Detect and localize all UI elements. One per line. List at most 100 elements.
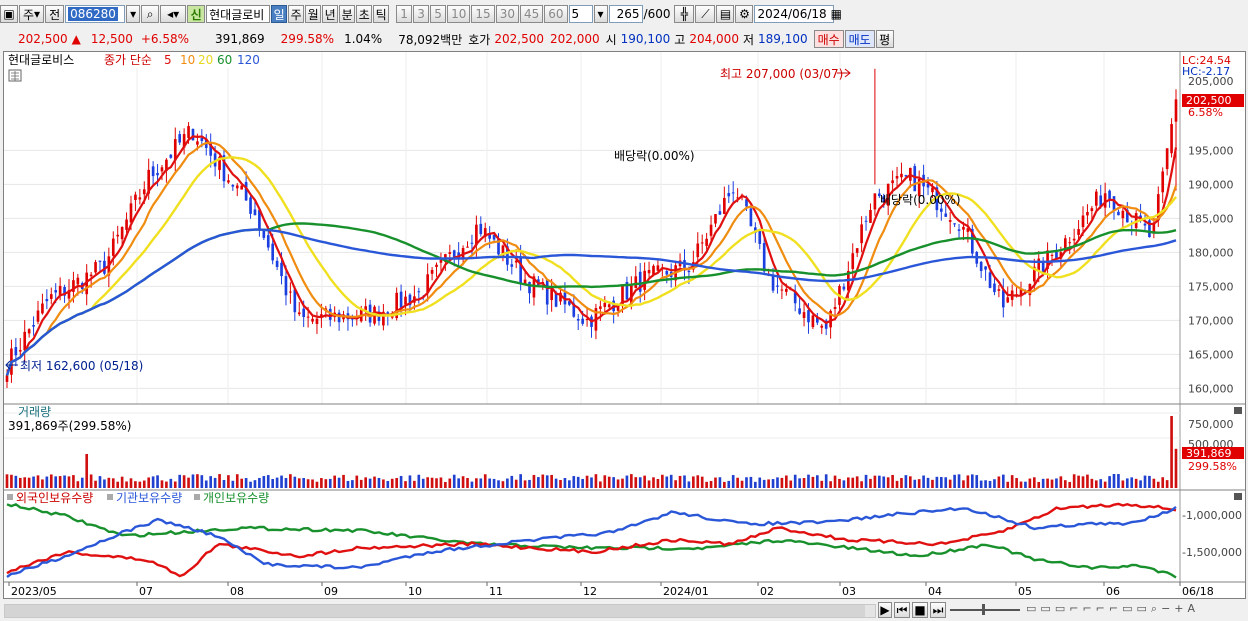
- volume-bar: [373, 476, 376, 488]
- scrollbar-thumb[interactable]: [5, 605, 865, 617]
- high-label: 고: [674, 32, 686, 47]
- period-tab-6[interactable]: 틱: [373, 5, 390, 23]
- volume-bar: [448, 478, 452, 488]
- chart-scroll-bar: ▶ ⏮ ■ ⏭ ▭ ▭ ▭ ⌐ ⌐ ⌐ ⌐ ▭ ▭ ⌕ − + A: [0, 600, 1248, 621]
- interval-button-60[interactable]: 60: [544, 5, 568, 23]
- layout-icon-2[interactable]: ▭: [1040, 602, 1050, 616]
- interval-button-30[interactable]: 30: [495, 5, 519, 23]
- zoom-out-icon[interactable]: −: [1161, 602, 1170, 616]
- scroll-start-icon[interactable]: ⏮: [894, 602, 910, 618]
- layout-icon-8[interactable]: ▭: [1122, 602, 1132, 616]
- buy-button[interactable]: 매수: [813, 30, 844, 48]
- sell-button[interactable]: 매도: [844, 30, 875, 48]
- volume-bar: [23, 477, 27, 488]
- search-icon[interactable]: ⌕: [141, 5, 160, 23]
- volume-bar: [85, 454, 89, 488]
- volume-bar: [324, 479, 328, 488]
- layout-icon-3[interactable]: ▭: [1055, 602, 1065, 616]
- candle-body: [89, 274, 93, 277]
- volume-panel-close-icon[interactable]: [1234, 407, 1242, 414]
- volume-bar: [594, 474, 598, 488]
- save-icon[interactable]: ▤: [716, 5, 735, 23]
- candle-body: [723, 197, 726, 215]
- speaker-icon[interactable]: ◂▾: [160, 5, 187, 23]
- eval-button[interactable]: 평: [875, 30, 894, 48]
- volume-bar: [98, 476, 102, 488]
- zoom-slider[interactable]: [950, 604, 1020, 615]
- layout-icon-1[interactable]: ▭: [1026, 602, 1036, 616]
- code-dropdown-icon[interactable]: ▾: [126, 5, 141, 23]
- volume-bar: [368, 478, 372, 488]
- volume-bar: [731, 475, 735, 488]
- volume-bar: [328, 478, 332, 488]
- volume-bar: [45, 476, 49, 488]
- volume-bar: [377, 477, 381, 488]
- volume-bar: [762, 479, 766, 488]
- candle-body: [1161, 171, 1165, 193]
- holdings-panel-close-icon[interactable]: [1234, 493, 1242, 500]
- prev-button[interactable]: 전: [45, 5, 65, 23]
- period-tab-3[interactable]: 년: [322, 5, 339, 23]
- volume-bar: [408, 475, 412, 488]
- candle-body: [235, 185, 239, 189]
- chart-area[interactable]: 195,000 190,000 185,000 180,000 175,000 170,0…: [3, 51, 1246, 599]
- candle-body: [643, 270, 646, 290]
- count-input[interactable]: 265: [608, 5, 643, 23]
- zoom-search-icon[interactable]: ⌕: [1151, 602, 1157, 616]
- candle-body: [900, 173, 903, 178]
- window-menu-icon[interactable]: ▣: [0, 5, 18, 23]
- crosshair-icon[interactable]: ╬: [674, 5, 695, 23]
- interval-dropdown-icon[interactable]: ▾: [593, 5, 608, 23]
- holdings-panel: 외국인보유수량 기관보유수량 개인보유수량 -1,000,000 -1,500,…: [4, 489, 1245, 582]
- draw-line-icon[interactable]: ⟋: [695, 5, 716, 23]
- candle-body: [240, 185, 244, 190]
- gear-icon[interactable]: ⚙: [735, 5, 754, 23]
- stock-chart-svg[interactable]: 195,000 190,000 185,000 180,000 175,000 170,0…: [4, 52, 1245, 598]
- candle-body: [271, 243, 275, 261]
- period-tab-1[interactable]: 주: [288, 5, 305, 23]
- interval-button-10[interactable]: 10: [447, 5, 471, 23]
- period-tab-2[interactable]: 월: [305, 5, 322, 23]
- volume-bar: [399, 475, 403, 488]
- ma-line-120: [5, 228, 1177, 376]
- candle-body: [466, 246, 469, 248]
- layout-icon-5[interactable]: ⌐: [1082, 602, 1091, 616]
- period-type-select[interactable]: 주 ▾: [19, 5, 45, 23]
- period-tab-0[interactable]: 일: [271, 5, 288, 23]
- font-size-icon[interactable]: A: [1188, 602, 1196, 616]
- layout-icon-9[interactable]: ▭: [1137, 602, 1147, 616]
- candle-body: [607, 304, 611, 308]
- volume-bar: [696, 475, 700, 488]
- interval-button-45[interactable]: 45: [519, 5, 544, 23]
- scroll-next-icon[interactable]: ▶: [878, 602, 892, 618]
- period-tab-4[interactable]: 분: [339, 5, 356, 23]
- interval-button-1[interactable]: 1: [396, 5, 413, 23]
- interval-select[interactable]: 5: [568, 5, 593, 23]
- volume-bar: [1156, 481, 1160, 488]
- candle-body: [18, 350, 22, 352]
- stock-code-input[interactable]: 086280: [65, 5, 126, 23]
- zoom-in-icon[interactable]: +: [1174, 602, 1183, 616]
- volume-bar: [151, 476, 155, 488]
- volume-bar: [638, 477, 642, 488]
- volume-bar: [678, 475, 682, 488]
- interval-button-3[interactable]: 3: [413, 5, 430, 23]
- stop-icon[interactable]: ■: [912, 602, 928, 618]
- calendar-icon[interactable]: ▦: [831, 7, 842, 21]
- layout-icon-7[interactable]: ⌐: [1109, 602, 1118, 616]
- ma-legend-10: 10: [180, 53, 195, 67]
- candle-body: [665, 271, 669, 275]
- date-input[interactable]: 2024/06/18 ▦: [754, 5, 842, 23]
- layout-icon-6[interactable]: ⌐: [1096, 602, 1105, 616]
- period-tab-5[interactable]: 초: [356, 5, 373, 23]
- volume-bar: [218, 474, 221, 488]
- interval-button-5[interactable]: 5: [430, 5, 447, 23]
- candle-body: [36, 310, 40, 322]
- volume-bar: [129, 478, 133, 488]
- scroll-end-icon[interactable]: ⏭: [930, 602, 946, 618]
- layout-icon-4[interactable]: ⌐: [1069, 602, 1078, 616]
- volume-bar: [727, 480, 731, 488]
- horizontal-scrollbar[interactable]: [4, 604, 876, 618]
- interval-button-15[interactable]: 15: [471, 5, 495, 23]
- candle-body: [953, 223, 956, 225]
